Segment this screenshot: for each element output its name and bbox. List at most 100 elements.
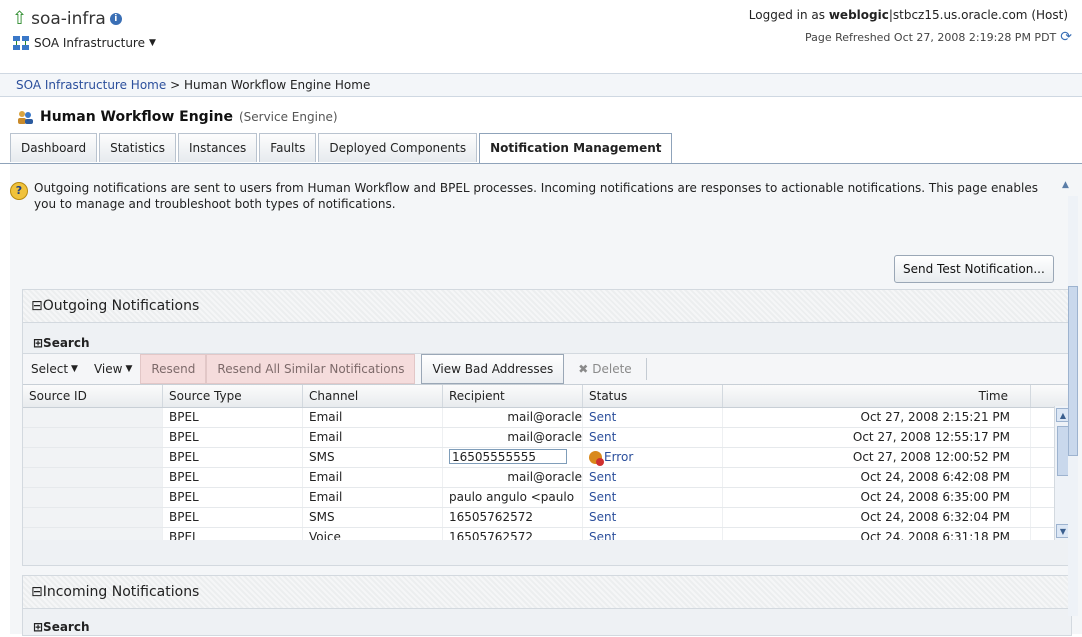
soa-infrastructure-menu[interactable]: SOA Infrastructure ▼ [12,35,156,51]
cell-time: Oct 27, 2008 12:55:17 PM [723,428,1031,447]
outgoing-notifications-header[interactable]: ⊟Outgoing Notifications [23,290,1071,323]
cell-channel: SMS [303,448,443,467]
error-icon [589,451,604,466]
app-title: ⇧ soa-infra i [12,9,122,29]
info-icon[interactable]: i [109,13,122,25]
cell-recipient: 16505762572 [443,508,583,527]
status-link[interactable]: Error [583,448,723,467]
table-row[interactable]: BPEL Voice 16505762572 Sent Oct 24, 2008… [23,528,1071,540]
outgoing-notifications-panel: ⊟Outgoing Notifications ⊞Search Select ▼ … [22,289,1072,566]
tab-statistics[interactable]: Statistics [99,133,176,162]
workflow-engine-icon [18,111,33,124]
outgoing-search-toggle[interactable]: ⊞Search [23,333,1071,353]
cell-source-type: BPEL [163,508,303,527]
tab-dashboard[interactable]: Dashboard [10,133,98,162]
view-menu[interactable]: View ▼ [86,362,140,376]
status-link[interactable]: Sent [583,508,723,527]
toolbar-separator [645,358,647,380]
tab-instances[interactable]: Instances [177,133,258,162]
table-row[interactable]: BPEL Email mail@oracle Sent Oct 27, 2008… [23,428,1071,448]
login-info: Logged in as weblogic|stbcz15.us.oracle.… [749,8,1068,22]
delete-icon: ✖ [578,362,589,376]
status-link[interactable]: Sent [583,428,723,447]
outgoing-notifications-table: Source ID Source Type Channel Recipient … [23,384,1071,540]
recipient-input[interactable]: 16505555555 [449,449,567,464]
table-row[interactable]: BPEL SMS 16505762572 Sent Oct 24, 2008 6… [23,508,1071,528]
table-row[interactable]: BPEL Email paulo angulo <paulo Sent Oct … [23,488,1071,508]
app-title-text: soa-infra [31,9,106,29]
cell-source-type: BPEL [163,408,303,427]
status-link[interactable]: Sent [583,528,723,540]
view-menu-label: View [93,362,123,376]
tab-faults[interactable]: Faults [259,133,317,162]
soa-infrastructure-icon [13,36,29,50]
breadcrumb-current: Human Workflow Engine Home [183,78,371,92]
breadcrumb: SOA Infrastructure Home > Human Workflow… [16,78,370,92]
cell-source-id [23,408,163,427]
help-text: Outgoing notifications are sent to users… [34,181,1038,211]
delete-button[interactable]: ✖ Delete [564,362,646,376]
status-link[interactable]: Sent [583,488,723,507]
cell-source-type: BPEL [163,528,303,540]
cell-channel: Email [303,428,443,447]
column-header-channel[interactable]: Channel [303,385,443,407]
tab-bar: Dashboard Statistics Instances Faults De… [10,133,674,164]
send-test-notification-button[interactable]: Send Test Notification... [894,255,1054,283]
login-user: weblogic [828,8,889,22]
login-prefix: Logged in as [748,8,826,22]
page-refreshed: Page Refreshed Oct 27, 2008 2:19:28 PM P… [805,29,1072,45]
table-row[interactable]: BPEL Email mail@oracle Sent Oct 27, 2008… [23,408,1071,428]
breadcrumb-link-soa-home[interactable]: SOA Infrastructure Home [16,78,166,92]
view-bad-addresses-button[interactable]: View Bad Addresses [421,354,565,384]
cell-channel: SMS [303,508,443,527]
column-header-source-id[interactable]: Source ID [23,385,163,407]
cell-source-id [23,428,163,447]
cell-recipient: mail@oracle [443,408,583,427]
incoming-notifications-header[interactable]: ⊟Incoming Notifications [23,576,1071,609]
chevron-down-icon: ▼ [149,38,156,48]
table-row[interactable]: BPEL SMS 16505555555 Error Oct 27, 2008 … [23,448,1071,468]
page-scrollbar-thumb[interactable] [1068,286,1078,456]
cell-recipient: 16505762572 [443,528,583,540]
status-link[interactable]: Sent [583,468,723,487]
cell-time: Oct 24, 2008 6:31:18 PM [723,528,1031,540]
select-menu[interactable]: Select ▼ [23,362,86,376]
column-header-source-type[interactable]: Source Type [163,385,303,407]
cell-source-type: BPEL [163,448,303,467]
resend-all-similar-button[interactable]: Resend All Similar Notifications [206,354,416,384]
top-header: ⇧ soa-infra i SOA Infrastructure ▼ Logge… [0,0,1082,68]
resend-button[interactable]: Resend [140,354,207,384]
column-header-status[interactable]: Status [583,385,723,407]
page-title: Human Workflow Engine [40,109,233,125]
tab-notification-management[interactable]: Notification Management [479,133,673,164]
cell-source-id [23,508,163,527]
page-refreshed-text: Page Refreshed Oct 27, 2008 2:19:28 PM P… [805,30,1057,44]
status-link[interactable]: Sent [583,408,723,427]
cell-source-id [23,528,163,540]
cell-time: Oct 24, 2008 6:42:08 PM [723,468,1031,487]
tab-deployed-components[interactable]: Deployed Components [318,133,478,162]
refresh-icon[interactable]: ⟳ [1060,29,1072,45]
breadcrumb-bar: SOA Infrastructure Home > Human Workflow… [0,73,1082,97]
cell-source-type: BPEL [163,428,303,447]
home-arrow-icon[interactable]: ⇧ [12,10,27,28]
cell-source-type: BPEL [163,488,303,507]
cell-channel: Email [303,468,443,487]
page-subtitle: (Service Engine) [238,110,338,124]
select-menu-label: Select [31,362,69,376]
table-row[interactable]: BPEL Email mail@oracle Sent Oct 24, 2008… [23,468,1071,488]
delete-label: Delete [592,362,632,376]
breadcrumb-separator: > [166,78,184,92]
incoming-search-toggle[interactable]: ⊞Search [23,617,1071,637]
cell-recipient: mail@oracle [443,428,583,447]
scroll-up-icon[interactable]: ▲ [1062,180,1074,194]
cell-source-type: BPEL [163,468,303,487]
cell-source-id [23,448,163,467]
help-icon: ? [10,182,28,200]
status-error-label: Error [604,450,634,464]
column-header-recipient[interactable]: Recipient [443,385,583,407]
cell-channel: Voice [303,528,443,540]
page-scrollbar[interactable] [1068,196,1078,616]
column-header-time[interactable]: Time [723,385,1031,407]
cell-time: Oct 24, 2008 6:32:04 PM [723,508,1031,527]
